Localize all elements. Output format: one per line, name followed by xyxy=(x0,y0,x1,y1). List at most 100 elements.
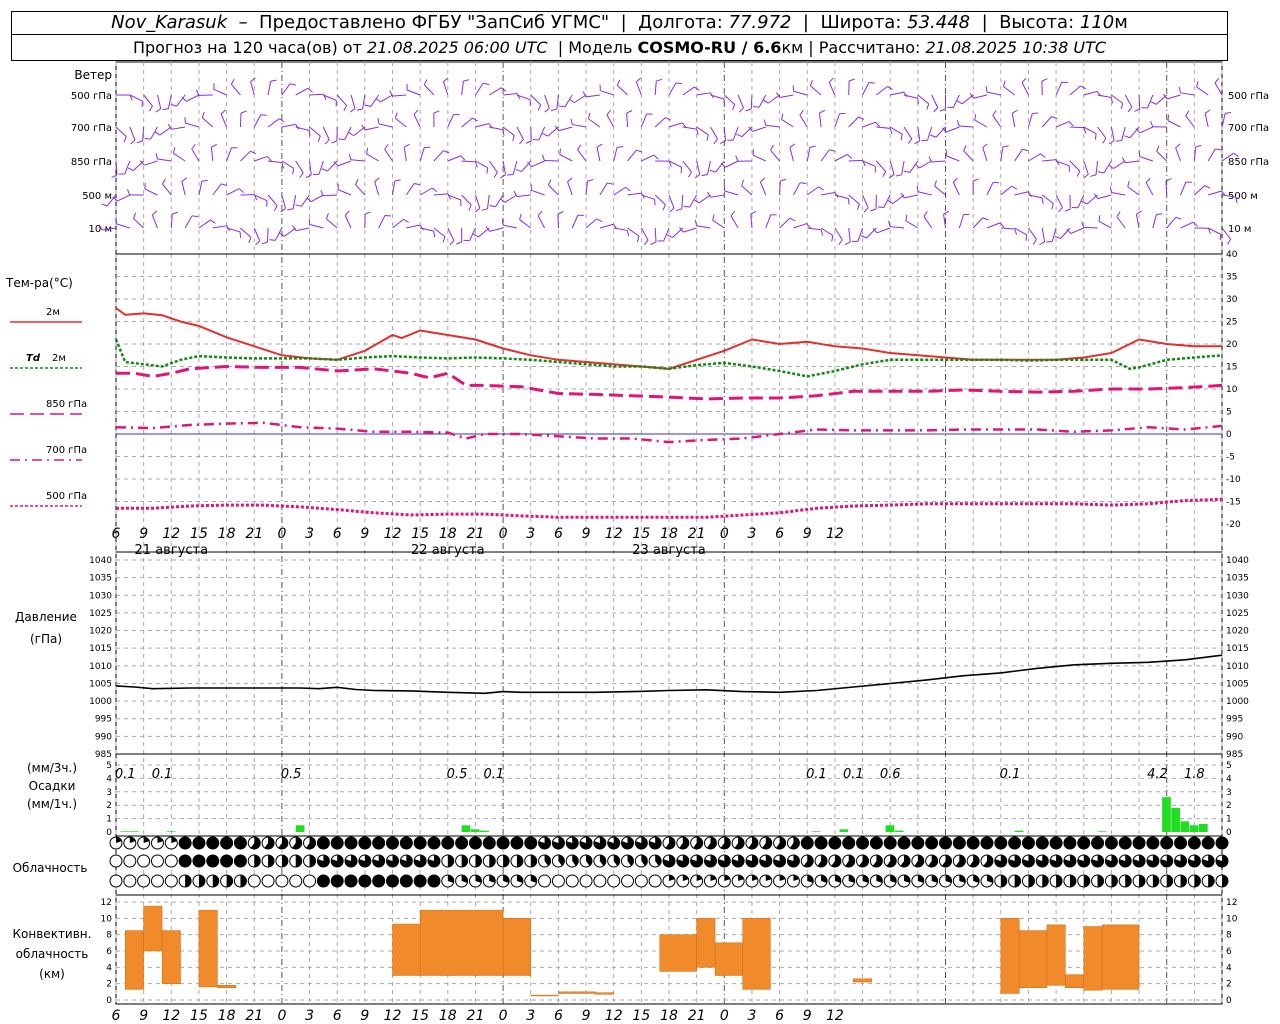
wind-barb-feather xyxy=(846,154,853,159)
cloud-symbol-fill xyxy=(455,837,468,849)
conv-bar xyxy=(198,909,218,988)
wind-barb xyxy=(406,224,421,229)
wind-barb xyxy=(403,147,407,162)
wind-barb xyxy=(567,181,573,196)
wind-barb-feather xyxy=(1127,106,1133,113)
precip-tick-right: 4 xyxy=(1226,774,1232,784)
wind-barb-feather xyxy=(172,211,179,215)
cloud-symbol-fill xyxy=(1028,875,1035,887)
cloud-symbol-fill xyxy=(530,855,537,867)
wind-barb-feather xyxy=(101,203,108,207)
wind-barb-feather xyxy=(1014,228,1018,235)
wind-barb xyxy=(668,82,677,96)
hour-label-top: 6 xyxy=(333,526,342,542)
precip-bar xyxy=(839,829,849,832)
wind-barb-feather xyxy=(267,156,272,162)
precip-bar xyxy=(470,829,480,832)
precip-amount-label: 0.5 xyxy=(281,767,302,782)
wind-barb-feather xyxy=(344,210,350,216)
cloud-symbol-fill xyxy=(842,837,855,849)
temp-tick-right: 35 xyxy=(1226,273,1237,283)
wind-barb-feather xyxy=(770,144,774,151)
wind-barb xyxy=(309,224,324,229)
cloud-symbol-fill xyxy=(1188,837,1201,849)
wind-barb-feather xyxy=(606,109,612,116)
precip-tick-left: 3 xyxy=(106,788,112,798)
conv-bar xyxy=(595,992,614,995)
wind-barb xyxy=(1147,94,1154,109)
wind-barb-feather xyxy=(732,104,736,111)
wind-barb xyxy=(820,191,835,196)
wind-barb-feather xyxy=(162,108,169,111)
wind-barb-feather xyxy=(617,146,624,148)
wind-barb-feather xyxy=(155,153,158,160)
cloud-symbol xyxy=(275,874,289,888)
wind-barb xyxy=(185,122,200,128)
wind-barb-feather xyxy=(123,136,127,143)
hour-label-bottom: 15 xyxy=(411,1008,429,1024)
wind-barb xyxy=(1014,149,1023,162)
pressure-tick-right: 995 xyxy=(1226,715,1243,725)
hour-label-top: 9 xyxy=(360,526,369,542)
cloud-symbol-fill xyxy=(510,837,523,849)
wind-barb xyxy=(963,150,974,162)
wind-barb xyxy=(986,182,994,196)
pressure-tick-right: 1020 xyxy=(1226,627,1249,637)
wind-barb-feather xyxy=(963,145,967,151)
wind-barb-feather xyxy=(144,137,151,140)
wind-barb-feather xyxy=(384,144,389,150)
cloud-symbol-fill xyxy=(801,837,814,849)
wind-barb-feather xyxy=(191,143,196,150)
pressure-tick-right: 990 xyxy=(1226,732,1243,742)
wind-barb-feather xyxy=(149,105,153,112)
precip-bar xyxy=(894,830,904,832)
conv-bar xyxy=(1101,924,1140,990)
cloud-symbol-fill xyxy=(898,837,911,849)
wind-barb xyxy=(284,227,297,237)
precip-amount-label: 0.1 xyxy=(806,767,827,782)
wind-barb xyxy=(1097,194,1112,200)
wind-barb xyxy=(986,222,1001,229)
wind-barb-feather xyxy=(1185,110,1190,117)
cloud-symbol-fill xyxy=(980,837,993,849)
wind-barb xyxy=(712,219,725,229)
wind-barb xyxy=(828,82,836,96)
cloud-symbol xyxy=(261,874,275,888)
wind-barb xyxy=(295,87,309,96)
wind-barb-feather xyxy=(1098,215,1101,222)
wind-barb xyxy=(143,160,158,166)
cloud-title: Облачность xyxy=(13,861,88,875)
wind-barb xyxy=(310,194,324,203)
wind-barb-feather xyxy=(1090,174,1097,177)
wind-barb xyxy=(682,126,697,130)
wind-barb-feather xyxy=(669,207,675,213)
wind-barb xyxy=(640,227,649,241)
hour-label-top: 18 xyxy=(660,526,678,542)
wind-barb-feather xyxy=(1022,148,1029,152)
pressure-title: Давление xyxy=(15,610,77,624)
precip-bar xyxy=(480,830,489,832)
cloud-symbol-fill xyxy=(1022,837,1035,849)
cloud-symbol-fill xyxy=(317,875,330,887)
conv-bar xyxy=(1018,930,1048,988)
wind-barb-feather xyxy=(923,211,928,217)
wind-barb-feather xyxy=(181,96,187,102)
wind-barb-feather xyxy=(1150,120,1154,127)
wind-barb xyxy=(1208,190,1222,196)
wind-barb-feather xyxy=(295,204,302,207)
wind-barb-feather xyxy=(507,173,514,176)
wind-barb xyxy=(419,147,425,162)
cloud-symbol-fill xyxy=(1146,837,1159,849)
wind-barb xyxy=(1139,126,1154,134)
temp-tick-right: 25 xyxy=(1226,318,1237,328)
hour-label-top: 6 xyxy=(112,526,121,542)
wind-barb xyxy=(380,94,393,103)
wind-barb-feather xyxy=(548,179,552,186)
wind-barb-feather xyxy=(486,167,489,174)
wind-barb xyxy=(253,227,261,242)
pressure-tick-right: 985 xyxy=(1226,750,1243,760)
wind-barb-feather xyxy=(939,108,946,112)
wind-barb-feather xyxy=(587,179,594,182)
wind-barb xyxy=(926,126,933,141)
precip-amount-label: 0.1 xyxy=(843,767,864,782)
